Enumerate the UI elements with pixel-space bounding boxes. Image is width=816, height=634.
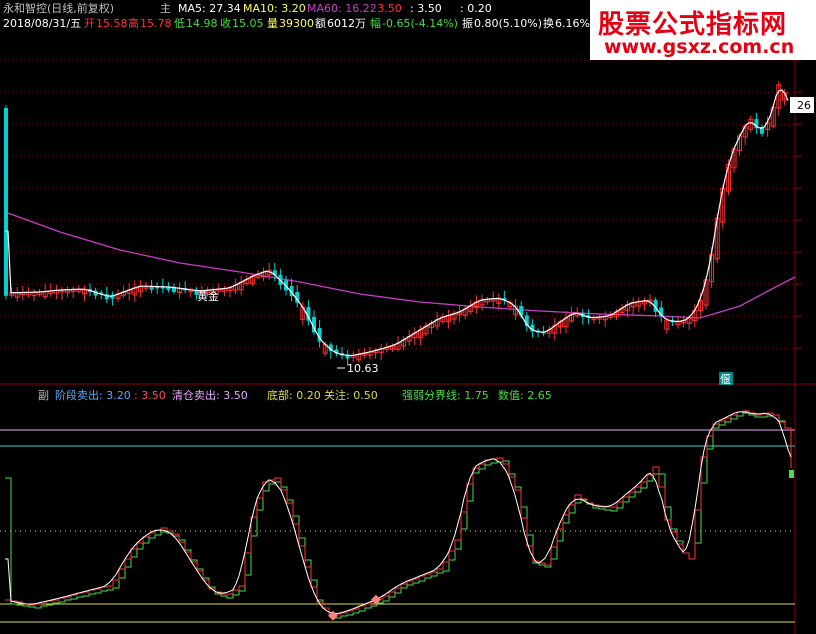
chart-frame xyxy=(0,32,816,634)
main-grid xyxy=(0,59,802,349)
chg-value: -0.65(-4.14%) xyxy=(382,17,458,30)
high-label: 高 xyxy=(128,16,139,30)
turn-value: 6.16% xyxy=(555,17,590,30)
stage-sell: 阶段卖出: 3.20 xyxy=(55,388,131,402)
v2-label: : 3.50 xyxy=(410,2,442,15)
chg-label: 幅 xyxy=(370,17,381,30)
low-value: 14.98 xyxy=(186,17,218,30)
candles xyxy=(4,81,787,369)
amount-label: 额 xyxy=(315,17,326,30)
ma60-line xyxy=(4,211,796,319)
price-tag: 26 xyxy=(797,99,811,112)
chart-svg: 永和智控(日线,前复权) 主 MA5: 27.34 MA10: 3.20 MA6… xyxy=(0,1,816,634)
date-label: 2018/08/31/五 xyxy=(3,17,81,30)
candle-body xyxy=(4,108,8,296)
open-value: 15.58 xyxy=(96,17,128,30)
close-value: 15.05 xyxy=(232,17,264,30)
tag-label: 偃 xyxy=(720,372,731,386)
chart-stage: 永和智控(日线,前复权) 主 MA5: 27.34 MA10: 3.20 MA6… xyxy=(0,0,816,634)
sub-chart xyxy=(0,410,795,623)
low-label: 低 xyxy=(174,17,185,30)
watermark-url: www.gsxz.com.cn xyxy=(604,36,795,58)
v3-label: : 0.20 xyxy=(460,2,492,15)
v1-label: : 3.50 xyxy=(370,2,402,15)
watch-label: 关注: 0.50 xyxy=(324,388,378,402)
vol-value: 39300 xyxy=(279,17,314,30)
turn-label: 换 xyxy=(543,16,554,30)
amp-value: 0.80(5.10%) xyxy=(474,17,542,30)
close-label: 收 xyxy=(220,16,231,30)
open-label: 开 xyxy=(84,17,95,30)
green-step-line xyxy=(5,412,792,619)
watermark-box: 股票公式指标网 www.gsxz.com.cn xyxy=(590,0,816,60)
last-value-marker xyxy=(789,470,794,478)
sub-name: 副 xyxy=(38,389,49,402)
red-step-line xyxy=(5,410,792,615)
ma10-label: MA10: 3.20 xyxy=(243,2,306,15)
clear-sell: 清仓卖出: 3.50 xyxy=(172,388,248,402)
vol-label: 量 xyxy=(267,17,278,30)
ma60-path xyxy=(4,211,796,319)
stock-title: 永和智控(日线,前复权) xyxy=(3,1,114,15)
ma5-label: MA5: 27.34 xyxy=(178,2,241,15)
stage-sell-2: : 3.50 xyxy=(134,389,166,402)
strong-weak-label: 强弱分界线: 1.75 xyxy=(402,388,489,402)
main-mode: 主 xyxy=(160,2,171,15)
high-value: 15.78 xyxy=(140,17,172,30)
amp-label: 振 xyxy=(462,16,473,30)
golden-label: 黄金 xyxy=(197,289,219,303)
ma60-label: MA60: 16.22 xyxy=(307,2,377,15)
amount-value: 6012万 xyxy=(327,17,366,30)
white-smooth-line xyxy=(4,411,792,615)
bottom-label: 底部: 0.20 xyxy=(267,388,321,402)
value-label: 数值: 2.65 xyxy=(498,389,552,402)
low-mark-label: 10.63 xyxy=(347,362,379,375)
